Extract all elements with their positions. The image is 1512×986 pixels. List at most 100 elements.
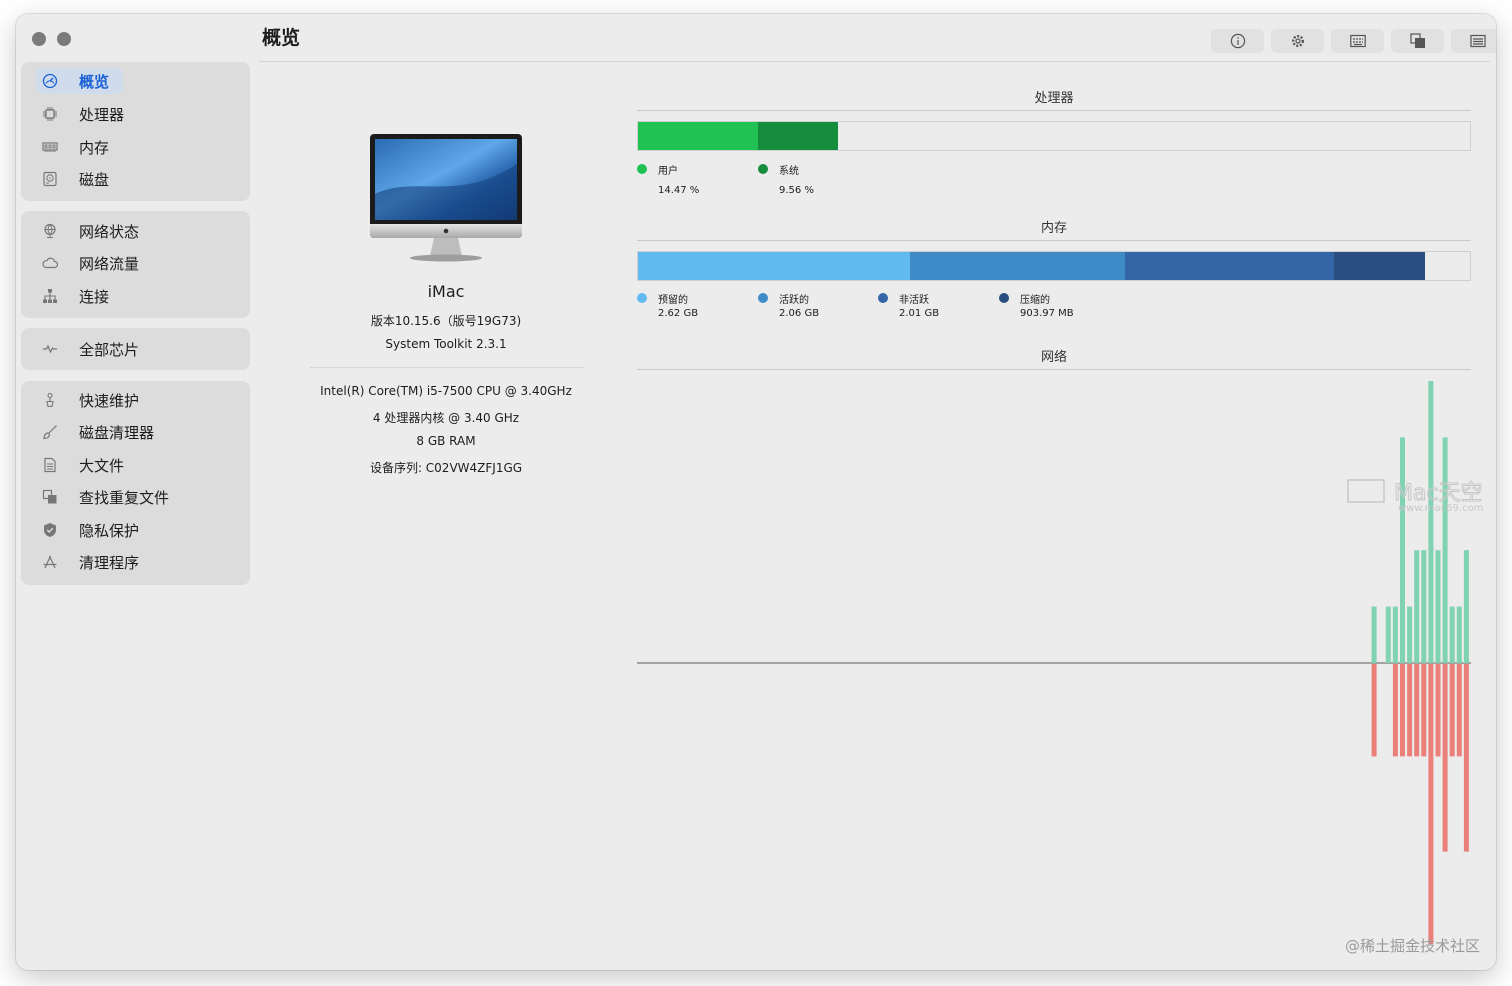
network-out-bar	[1449, 664, 1455, 757]
network-out-bar	[1456, 664, 1462, 757]
memory-divider	[637, 240, 1471, 241]
sidebar-item-label: 网络状态	[79, 222, 140, 241]
info-icon	[1230, 33, 1245, 49]
network-out-bar	[1392, 664, 1398, 757]
memory-title: 内存	[1040, 221, 1067, 236]
sidebar-item-label: 连接	[79, 287, 110, 306]
sidebar-item-disk[interactable]: 磁盘	[36, 166, 109, 192]
legend-value: 14.47 %	[658, 185, 700, 196]
sidebar-item-label: 网络流量	[79, 254, 140, 273]
sidebar-item-memory[interactable]: 内存	[36, 134, 109, 160]
network-graph	[637, 381, 1471, 944]
sidebar-item-network-traffic[interactable]: 网络流量	[36, 250, 139, 276]
broom-icon	[41, 391, 59, 409]
legend-value: 9.56 %	[779, 185, 814, 196]
sidebar-item-label: 清理程序	[79, 553, 140, 572]
legend-value: 2.06 GB	[779, 308, 820, 319]
network-in-bar	[1371, 606, 1377, 663]
cpu-info: Intel(R) Core(TM) i5-7500 CPU @ 3.40GHz	[320, 384, 572, 398]
page-title: 概览	[262, 27, 301, 49]
list-button[interactable]	[1451, 29, 1496, 53]
ram-info: 8 GB RAM	[416, 434, 476, 448]
sidebar-item-network-status[interactable]: 网络状态	[36, 218, 139, 244]
shield-icon	[41, 521, 59, 539]
app-store-icon	[41, 553, 59, 571]
legend-dot	[758, 164, 768, 174]
network-in-bar	[1456, 606, 1462, 663]
legend-dot	[999, 293, 1009, 303]
brush-icon	[41, 423, 59, 441]
network-title: 网络	[1040, 350, 1067, 365]
device-name: iMac	[427, 282, 465, 301]
sidebar-item-overview[interactable]: 概览	[36, 68, 124, 94]
sidebar-item-label: 查找重复文件	[79, 488, 170, 507]
toolbar-divider	[259, 61, 1490, 62]
sidebar-item-label: 磁盘清理器	[79, 423, 155, 442]
os-version: 版本10.15.6（版号19G73)	[370, 314, 522, 328]
processor-bar-segment	[638, 122, 759, 150]
gear-icon	[1291, 34, 1304, 48]
memory-bar-segment	[910, 252, 1125, 280]
network-out-bar	[1435, 664, 1441, 757]
network-in-bar	[1449, 606, 1455, 663]
sidebar-item-large-files[interactable]: 大文件	[36, 452, 124, 478]
legend-value: 903.97 MB	[1020, 308, 1074, 319]
network-in-bar	[1400, 437, 1405, 663]
processor-usage-bar	[637, 121, 1471, 151]
sidebar-item-processor[interactable]: 处理器	[36, 101, 124, 127]
legend-dot	[637, 293, 647, 303]
cloud-icon	[41, 254, 59, 272]
document-icon	[41, 456, 59, 474]
sidebar-item-uninstaller[interactable]: 清理程序	[36, 549, 139, 575]
serial-number: 设备序列: C02VW4ZFJ1GG	[369, 461, 523, 475]
network-in-bar	[1392, 606, 1398, 663]
legend-label: 系统	[779, 166, 799, 177]
sidebar-item-disk-cleaner[interactable]: 磁盘清理器	[36, 419, 154, 445]
legend-value: 2.01 GB	[899, 308, 940, 319]
memory-bar-segment	[1124, 252, 1334, 280]
legend-value: 2.62 GB	[658, 308, 699, 319]
sidebar-item-label: 内存	[79, 138, 110, 157]
sidebar-item-all-chips[interactable]: 全部芯片	[36, 336, 139, 362]
svg-text:www.mac69.com: www.mac69.com	[1398, 503, 1483, 514]
keyboard-icon	[1349, 34, 1366, 48]
legend-label: 非活跃	[899, 295, 929, 306]
sidebar-item-label: 大文件	[79, 456, 125, 475]
minimize-button[interactable]	[57, 32, 71, 46]
network-tree-icon	[41, 287, 59, 305]
network-out-bar	[1371, 664, 1377, 757]
network-in-bar	[1414, 550, 1420, 663]
sidebar-item-privacy[interactable]: 隐私保护	[36, 517, 139, 543]
legend-label: 预留的	[658, 295, 688, 306]
sidebar-item-connections[interactable]: 连接	[36, 283, 109, 309]
settings-button[interactable]	[1271, 29, 1324, 53]
processor-divider	[637, 110, 1471, 111]
globe-icon	[41, 222, 59, 240]
memory-icon	[41, 138, 59, 156]
processor-title: 处理器	[1034, 91, 1074, 106]
cpu-cores: 4 处理器内核 @ 3.40 GHz	[372, 411, 520, 425]
network-in-bar	[1463, 550, 1469, 663]
mac-sky-watermark: Mac天空 www.mac69.com	[1347, 479, 1483, 514]
sidebar-item-label: 隐私保护	[79, 521, 140, 540]
windows-button[interactable]	[1391, 29, 1444, 53]
memory-bar-segment	[638, 252, 911, 280]
keyboard-button[interactable]	[1331, 29, 1384, 53]
legend-label: 用户	[658, 166, 678, 177]
close-button[interactable]	[32, 32, 46, 46]
pulse-icon	[41, 340, 59, 358]
network-in-bar	[1421, 550, 1427, 663]
network-in-bar	[1385, 606, 1391, 663]
info-button[interactable]	[1211, 29, 1264, 53]
network-in-bar	[1442, 437, 1448, 663]
sidebar-item-label: 磁盘	[79, 170, 110, 189]
app-version: System Toolkit 2.3.1	[385, 337, 507, 351]
network-out-bar	[1407, 664, 1413, 757]
list-icon	[1469, 34, 1486, 48]
network-out-bar	[1400, 664, 1405, 757]
sidebar-item-find-duplicates[interactable]: 查找重复文件	[36, 484, 169, 510]
legend-label: 压缩的	[1020, 295, 1050, 306]
sidebar-group-system: 概览 处理器 内存 磁盘	[21, 62, 250, 201]
legend-dot	[758, 293, 768, 303]
sidebar-item-quick-maintenance[interactable]: 快速维护	[36, 387, 139, 413]
